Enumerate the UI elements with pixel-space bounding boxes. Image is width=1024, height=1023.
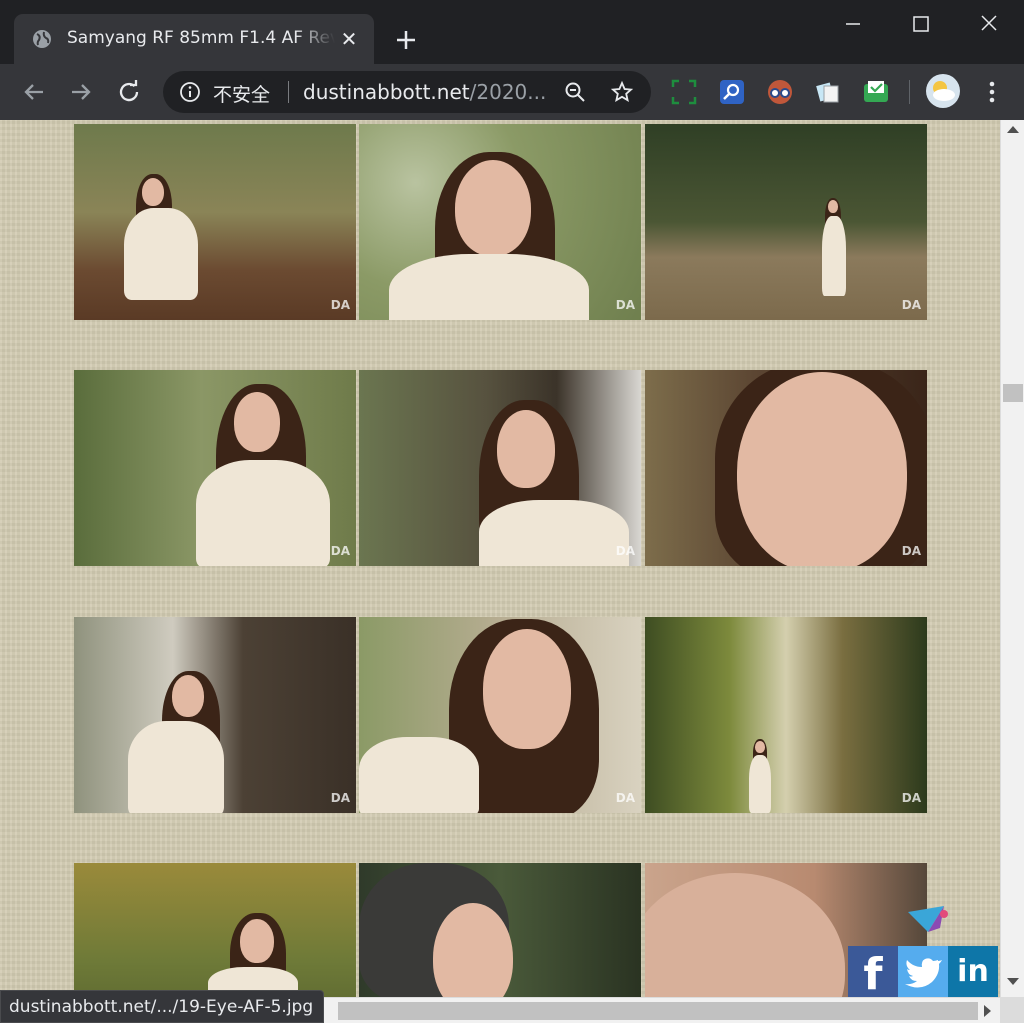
- forward-icon[interactable]: [67, 78, 95, 106]
- linkedin-icon: in: [957, 954, 989, 989]
- minimize-icon[interactable]: [830, 4, 876, 44]
- back-icon[interactable]: [20, 78, 48, 106]
- photo-thumbnail[interactable]: DA: [645, 617, 927, 813]
- watermark: DA: [330, 544, 350, 558]
- watermark: DA: [901, 298, 921, 312]
- maximize-icon[interactable]: [898, 4, 944, 44]
- notes-extension-icon[interactable]: [814, 78, 842, 106]
- tab-strip: Samyang RF 85mm F1.4 AF Rev ✕: [0, 0, 1024, 64]
- photo-thumbnail[interactable]: DA: [645, 370, 927, 566]
- linkedin-share-button[interactable]: in: [948, 946, 998, 997]
- url-path: /2020...: [469, 80, 547, 104]
- weather-avatar-icon: [933, 81, 955, 101]
- info-icon[interactable]: [179, 81, 201, 103]
- screenshot-extension-icon[interactable]: [670, 78, 698, 106]
- scroll-down-arrow-icon[interactable]: [1007, 978, 1019, 985]
- scrollbar-corner: [1000, 997, 1024, 1023]
- twitter-icon: [905, 958, 942, 988]
- facebook-icon: f: [863, 949, 883, 1000]
- watermark: DA: [901, 544, 921, 558]
- photo-thumbnail[interactable]: DA: [74, 370, 356, 566]
- photo-thumbnail[interactable]: DA: [359, 124, 641, 320]
- photo-thumbnail[interactable]: DA: [645, 124, 927, 320]
- photo-thumbnail[interactable]: [74, 863, 356, 997]
- facebook-share-button[interactable]: f: [848, 946, 898, 1000]
- close-window-icon[interactable]: [966, 4, 1012, 44]
- watermark: DA: [901, 791, 921, 805]
- reload-icon[interactable]: [115, 78, 143, 106]
- plus-icon[interactable]: [392, 26, 420, 54]
- mail-extension-icon[interactable]: [862, 78, 890, 106]
- photo-thumbnail[interactable]: DA: [74, 617, 356, 813]
- address-separator: [288, 81, 289, 103]
- watermark: DA: [615, 791, 635, 805]
- address-bar[interactable]: 不安全 dustinabbott.net/2020...: [163, 71, 651, 113]
- toolbar-divider: [909, 80, 910, 104]
- globe-icon: [33, 30, 51, 48]
- url-host: dustinabbott.net: [303, 80, 470, 104]
- url-text[interactable]: dustinabbott.net/2020...: [303, 80, 555, 104]
- watermark: DA: [330, 791, 350, 805]
- scroll-up-arrow-icon[interactable]: [1007, 126, 1019, 133]
- star-icon[interactable]: [610, 80, 634, 104]
- search-extension-icon[interactable]: [718, 78, 746, 106]
- zoom-icon[interactable]: [563, 80, 587, 104]
- vertical-scroll-thumb[interactable]: [1003, 384, 1023, 402]
- watermark: DA: [330, 298, 350, 312]
- scroll-right-arrow-icon[interactable]: [984, 1005, 991, 1017]
- security-label[interactable]: 不安全: [213, 80, 270, 107]
- page-content: DA DA DA DA DA DA DA DA DA: [0, 120, 1000, 997]
- link-status-bubble: dustinabbott.net/.../19-Eye-AF-5.jpg: [0, 990, 325, 1023]
- photo-thumbnail[interactable]: DA: [74, 124, 356, 320]
- close-icon[interactable]: ✕: [338, 28, 360, 50]
- site-logo: [908, 906, 948, 932]
- twitter-share-button[interactable]: [898, 946, 948, 997]
- menu-icon[interactable]: [978, 78, 1006, 106]
- profile-avatar[interactable]: [926, 74, 960, 108]
- reader-extension-icon[interactable]: [766, 78, 794, 106]
- photo-thumbnail[interactable]: DA: [359, 617, 641, 813]
- photo-thumbnail[interactable]: [359, 863, 641, 997]
- watermark: DA: [615, 298, 635, 312]
- photo-thumbnail[interactable]: DA: [359, 370, 641, 566]
- browser-toolbar: 不安全 dustinabbott.net/2020...: [0, 64, 1024, 120]
- watermark: DA: [615, 544, 635, 558]
- vertical-scrollbar[interactable]: [1000, 120, 1024, 997]
- horizontal-scroll-thumb[interactable]: [338, 1002, 978, 1020]
- active-tab[interactable]: Samyang RF 85mm F1.4 AF Rev ✕: [14, 14, 374, 64]
- tab-title: Samyang RF 85mm F1.4 AF Rev: [67, 28, 335, 48]
